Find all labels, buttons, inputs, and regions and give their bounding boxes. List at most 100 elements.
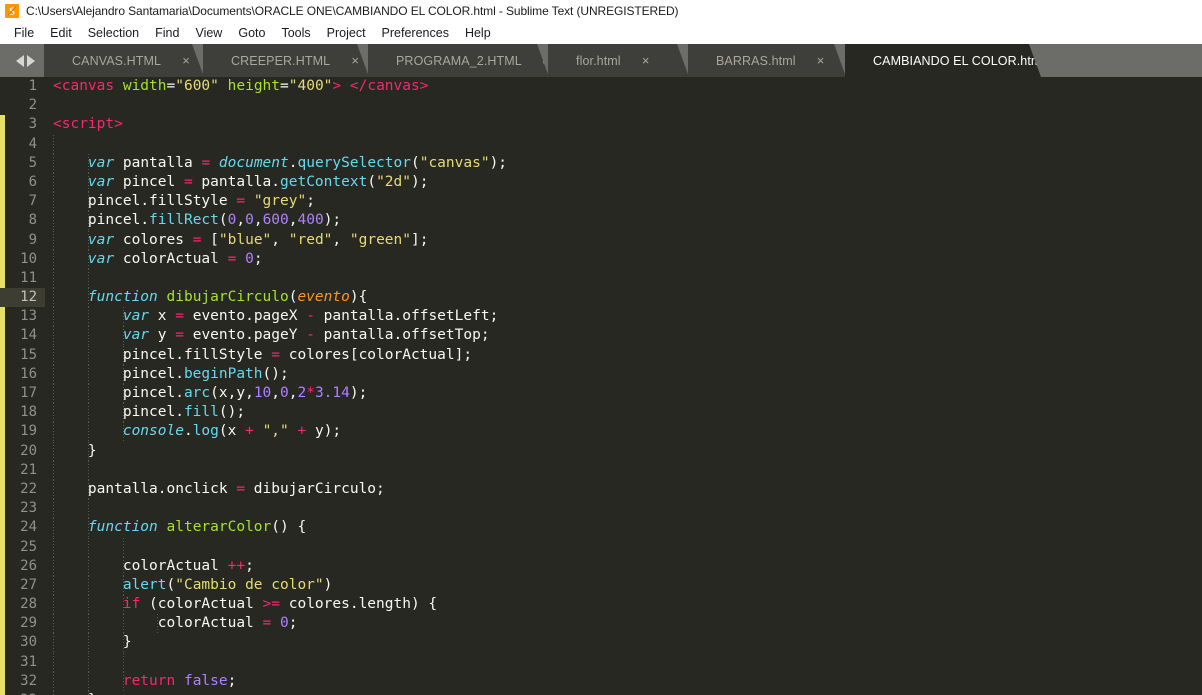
code-text[interactable]: pincel.beginPath(); bbox=[45, 364, 1202, 384]
code-text[interactable]: pantalla.onclick = dibujarCirculo; bbox=[45, 479, 1202, 500]
code-row[interactable]: 10 var colorActual = 0; bbox=[0, 249, 1202, 269]
tab-canvas-html[interactable]: CANVAS.HTML × bbox=[44, 44, 204, 77]
code-text[interactable]: pincel.fill(); bbox=[45, 403, 1202, 423]
code-row[interactable]: 21 bbox=[0, 460, 1202, 480]
tab-creeper-html[interactable]: CREEPER.HTML × bbox=[203, 44, 369, 77]
tab-cambiando-el-color-html[interactable]: CAMBIANDO EL COLOR.html × bbox=[845, 44, 1041, 77]
code-text[interactable] bbox=[45, 499, 1202, 519]
code-row[interactable]: 30 } bbox=[0, 633, 1202, 653]
code-row[interactable]: 20 } bbox=[0, 441, 1202, 461]
code-text[interactable]: pincel.arc(x,y,10,0,2*3.14); bbox=[45, 384, 1202, 404]
code-row[interactable]: 2 bbox=[0, 96, 1202, 115]
token-attr: width bbox=[122, 78, 167, 94]
tab-close-icon[interactable]: × bbox=[344, 54, 366, 67]
code-text[interactable]: pincel.fillStyle = "grey"; bbox=[45, 192, 1202, 212]
token-plain: fillStyle bbox=[149, 193, 237, 210]
menu-item-project[interactable]: Project bbox=[319, 24, 374, 43]
code-text[interactable]: var colorActual = 0; bbox=[45, 249, 1202, 269]
code-row[interactable]: 25 bbox=[0, 537, 1202, 557]
triangle-left-icon[interactable] bbox=[15, 54, 24, 67]
token-num: 0 bbox=[279, 615, 289, 632]
code-row[interactable]: 16 pincel.beginPath(); bbox=[0, 364, 1202, 384]
code-row[interactable]: 31 bbox=[0, 652, 1202, 672]
code-text[interactable]: function alterarColor() { bbox=[45, 518, 1202, 538]
tab-programa-2-html[interactable]: PROGRAMA_2.HTML bbox=[368, 44, 549, 77]
code-text[interactable] bbox=[45, 96, 1202, 115]
code-row[interactable]: 13 var x = evento.pageX - pantalla.offse… bbox=[0, 307, 1202, 327]
line-number: 13 bbox=[20, 308, 37, 325]
code-text[interactable] bbox=[45, 268, 1202, 289]
triangle-right-icon[interactable] bbox=[26, 54, 35, 67]
code-text[interactable]: alert("Cambio de color") bbox=[45, 575, 1202, 596]
tab-close-icon[interactable]: × bbox=[175, 54, 197, 67]
code-text[interactable]: var pincel = pantalla.getContext("2d"); bbox=[45, 172, 1202, 193]
tab-close-icon[interactable]: × bbox=[1058, 54, 1080, 67]
indent-guide bbox=[122, 345, 124, 365]
tab-flor-html[interactable]: flor.html × bbox=[548, 44, 689, 77]
code-text[interactable]: var colores = ["blue", "red", "green"]; bbox=[45, 230, 1202, 250]
code-row[interactable]: 5 var pantalla = document.querySelector(… bbox=[0, 153, 1202, 173]
code-row[interactable]: 32 return false; bbox=[0, 671, 1202, 691]
code-text[interactable]: var y = evento.pageY - pantalla.offsetTo… bbox=[45, 326, 1202, 346]
menu-item-edit[interactable]: Edit bbox=[42, 24, 80, 43]
code-row[interactable]: 3 <script> bbox=[0, 115, 1202, 134]
code-text[interactable]: function dibujarCirculo(evento){ bbox=[45, 288, 1202, 308]
code-row[interactable]: 24 function alterarColor() { bbox=[0, 518, 1202, 538]
code-row[interactable]: 19 console.log(x + "," + y); bbox=[0, 422, 1202, 442]
code-text[interactable] bbox=[45, 460, 1202, 480]
indent-guide bbox=[87, 249, 89, 269]
code-text[interactable]: colorActual ++; bbox=[45, 556, 1202, 576]
code-text[interactable]: <canvas width="600" height="400"> </canv… bbox=[45, 77, 1202, 96]
code-text[interactable] bbox=[45, 652, 1202, 672]
indent-guide bbox=[53, 556, 54, 576]
tab-navigation-arrows[interactable] bbox=[0, 44, 44, 77]
code-editor[interactable]: 1 <canvas width="600" height="400"> </can… bbox=[0, 77, 1202, 695]
code-text[interactable]: var pantalla = document.querySelector("c… bbox=[45, 153, 1202, 173]
code-row[interactable]: 22 pantalla.onclick = dibujarCirculo; bbox=[0, 479, 1202, 500]
code-row[interactable]: 29 colorActual = 0; bbox=[0, 614, 1202, 634]
code-text[interactable]: console.log(x + "," + y); bbox=[45, 422, 1202, 442]
code-text[interactable]: } bbox=[45, 633, 1202, 653]
code-row[interactable]: 4 bbox=[0, 134, 1202, 154]
menu-item-goto[interactable]: Goto bbox=[230, 24, 273, 43]
code-row[interactable]: 23 bbox=[0, 499, 1202, 519]
token-plain: x,y, bbox=[218, 385, 254, 401]
code-row[interactable]: 26 colorActual ++; bbox=[0, 556, 1202, 576]
code-row[interactable]: 9 var colores = ["blue", "red", "green"]… bbox=[0, 230, 1202, 250]
menu-item-selection[interactable]: Selection bbox=[80, 24, 147, 43]
code-text[interactable]: pincel.fillRect(0,0,600,400); bbox=[45, 211, 1202, 231]
code-text[interactable]: if (colorActual >= colores.length) { bbox=[45, 595, 1202, 615]
code-row[interactable]: 1 <canvas width="600" height="400"> </can… bbox=[0, 77, 1202, 96]
code-text[interactable]: colorActual = 0; bbox=[45, 614, 1202, 634]
menu-item-file[interactable]: File bbox=[6, 24, 42, 43]
code-text[interactable]: return false; bbox=[45, 671, 1202, 691]
menu-item-help[interactable]: Help bbox=[457, 24, 499, 43]
tab-close-icon[interactable]: × bbox=[810, 54, 832, 67]
code-row[interactable]: 7 pincel.fillStyle = "grey"; bbox=[0, 192, 1202, 212]
menu-item-preferences[interactable]: Preferences bbox=[374, 24, 457, 43]
code-row[interactable]: 14 var y = evento.pageY - pantalla.offse… bbox=[0, 326, 1202, 346]
code-row[interactable]: 33 } bbox=[0, 691, 1202, 695]
code-row[interactable]: 11 bbox=[0, 268, 1202, 289]
code-row[interactable]: 27 alert("Cambio de color") bbox=[0, 575, 1202, 596]
code-text[interactable]: pincel.fillStyle = colores[colorActual]; bbox=[45, 345, 1202, 365]
code-text[interactable] bbox=[45, 537, 1202, 557]
code-lines[interactable]: 1 <canvas width="600" height="400"> </can… bbox=[0, 77, 1202, 695]
code-row[interactable]: 28 if (colorActual >= colores.length) { bbox=[0, 595, 1202, 615]
code-row[interactable]: 18 pincel.fill(); bbox=[0, 403, 1202, 423]
code-text[interactable]: var x = evento.pageX - pantalla.offsetLe… bbox=[45, 307, 1202, 327]
code-text[interactable]: <script> bbox=[45, 115, 1202, 134]
code-row[interactable]: 15 pincel.fillStyle = colores[colorActua… bbox=[0, 345, 1202, 365]
code-text[interactable]: } bbox=[45, 691, 1202, 695]
code-row[interactable]: 8 pincel.fillRect(0,0,600,400); bbox=[0, 211, 1202, 231]
code-text[interactable]: } bbox=[45, 441, 1202, 461]
code-text[interactable] bbox=[45, 134, 1202, 154]
tab-close-icon[interactable]: × bbox=[635, 54, 657, 67]
code-row[interactable]: 12 function dibujarCirculo(evento){ bbox=[0, 288, 1202, 308]
menu-item-tools[interactable]: Tools bbox=[273, 24, 318, 43]
tab-barras-html[interactable]: BARRAS.html × bbox=[688, 44, 846, 77]
menu-item-view[interactable]: View bbox=[187, 24, 230, 43]
code-row[interactable]: 17 pincel.arc(x,y,10,0,2*3.14); bbox=[0, 384, 1202, 404]
menu-item-find[interactable]: Find bbox=[147, 24, 187, 43]
code-row[interactable]: 6 var pincel = pantalla.getContext("2d")… bbox=[0, 172, 1202, 193]
